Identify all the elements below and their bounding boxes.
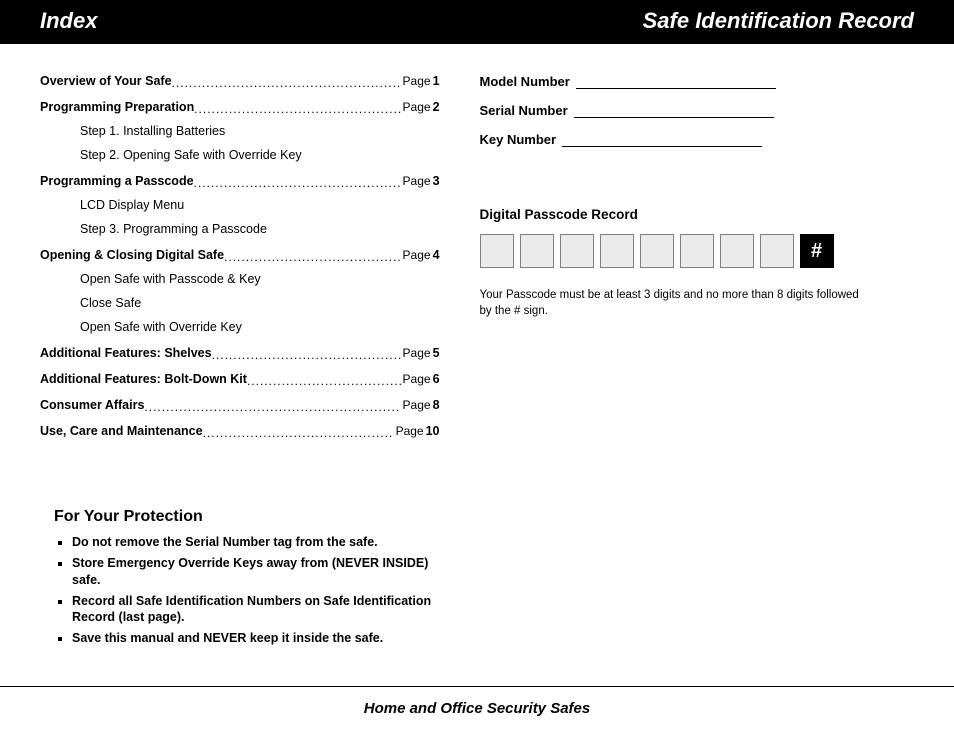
index-page-word: Page [403,398,431,412]
protection-block: For Your Protection Do not remove the Se… [54,508,440,647]
index-section: Programming a Passcode Page 3 LCD Display… [40,174,440,236]
index-leader-dots [144,400,400,414]
index-leader-dots [172,76,401,90]
index-row: Programming Preparation Page 2 [40,100,440,114]
index-section: Opening & Closing Digital Safe Page 4Ope… [40,248,440,334]
index-row: Programming a Passcode Page 3 [40,174,440,188]
index-section: Programming Preparation Page 2 Step 1. In… [40,100,440,162]
protection-item: Do not remove the Serial Number tag from… [72,534,440,550]
record-field-blank-line[interactable] [562,133,762,147]
passcode-digit-box[interactable] [680,234,714,268]
index-subitem: Step 3. Programming a Passcode [80,222,440,236]
index-page-word: Page [403,174,431,188]
record-field-line: Model Number [480,74,914,89]
record-field-blank-line[interactable] [574,104,774,118]
index-row: Overview of Your Safe Page 1 [40,74,440,88]
index-page-word: Page [396,424,424,438]
index-entry-title: Use, Care and Maintenance [40,424,203,438]
header-title-left: Index [40,8,97,34]
index-entry-title: Overview of Your Safe [40,74,172,88]
record-field-label: Model Number [480,74,570,89]
index-entry-title: Additional Features: Shelves [40,346,212,360]
index-leader-dots [203,426,394,440]
record-field-label: Serial Number [480,103,568,118]
index-row: Use, Care and Maintenance Page 10 [40,424,440,438]
index-row: Additional Features: Shelves Page 5 [40,346,440,360]
index-page-word: Page [403,74,431,88]
index-page-word: Page [403,346,431,360]
index-leader-dots [247,374,401,388]
index-list: Overview of Your Safe Page 1 Programming … [40,74,440,438]
index-page-word: Page [403,248,431,262]
index-subitem: Close Safe [80,296,440,310]
index-leader-dots [212,348,401,362]
index-entry-title: Consumer Affairs [40,398,144,412]
index-page-number: 2 [433,100,440,114]
index-entry-title: Programming Preparation [40,100,194,114]
index-entry-title: Additional Features: Bolt-Down Kit [40,372,247,386]
header-bar: Index Safe Identification Record [0,0,954,44]
index-entry-title: Programming a Passcode [40,174,194,188]
record-field-line: Key Number [480,132,914,147]
record-field-line: Serial Number [480,103,914,118]
index-subitem: Step 2. Opening Safe with Override Key [80,148,440,162]
index-page-number: 4 [433,248,440,262]
index-section: Consumer Affairs Page 8 [40,398,440,412]
passcode-digit-box[interactable] [560,234,594,268]
hash-icon: # [800,234,834,268]
index-page-number: 8 [433,398,440,412]
index-row: Opening & Closing Digital Safe Page 4 [40,248,440,262]
passcode-digit-box[interactable] [760,234,794,268]
index-column: Overview of Your Safe Page 1 Programming … [40,74,460,652]
index-page-word: Page [403,100,431,114]
passcode-digit-box[interactable] [640,234,674,268]
index-subitem: Open Safe with Override Key [80,320,440,334]
main-content: Overview of Your Safe Page 1 Programming … [0,44,954,662]
index-row: Consumer Affairs Page 8 [40,398,440,412]
index-page-number: 5 [433,346,440,360]
index-page-number: 3 [433,174,440,188]
record-column: Model Number Serial Number Key Number Digi… [460,74,914,652]
protection-item: Store Emergency Override Keys away from … [72,555,440,588]
passcode-digit-box[interactable] [480,234,514,268]
index-section: Use, Care and Maintenance Page 10 [40,424,440,438]
index-page-number: 10 [426,424,440,438]
header-title-right: Safe Identification Record [643,8,914,34]
footer-text: Home and Office Security Safes [0,700,954,717]
record-field-label: Key Number [480,132,557,147]
passcode-note: Your Passcode must be at least 3 digits … [480,288,860,319]
index-page-word: Page [403,372,431,386]
record-fields: Model Number Serial Number Key Number [480,74,914,147]
footer-divider [0,686,954,687]
index-section: Additional Features: Bolt-Down Kit Page … [40,372,440,386]
index-subitem: Open Safe with Passcode & Key [80,272,440,286]
index-row: Additional Features: Bolt-Down Kit Page … [40,372,440,386]
index-leader-dots [224,250,400,264]
passcode-digit-box[interactable] [600,234,634,268]
protection-list: Do not remove the Serial Number tag from… [54,534,440,647]
passcode-boxes-row: # [480,234,914,268]
passcode-heading: Digital Passcode Record [480,207,914,222]
index-leader-dots [194,176,401,190]
index-section: Additional Features: Shelves Page 5 [40,346,440,360]
passcode-digit-box[interactable] [520,234,554,268]
index-page-number: 6 [433,372,440,386]
protection-item: Save this manual and NEVER keep it insid… [72,630,440,646]
protection-heading: For Your Protection [54,508,440,526]
index-entry-title: Opening & Closing Digital Safe [40,248,224,262]
protection-item: Record all Safe Identification Numbers o… [72,593,440,626]
index-leader-dots [194,102,400,116]
index-section: Overview of Your Safe Page 1 [40,74,440,88]
record-field-blank-line[interactable] [576,75,776,89]
index-subitem: Step 1. Installing Batteries [80,124,440,138]
index-subitem: LCD Display Menu [80,198,440,212]
passcode-digit-box[interactable] [720,234,754,268]
index-page-number: 1 [433,74,440,88]
